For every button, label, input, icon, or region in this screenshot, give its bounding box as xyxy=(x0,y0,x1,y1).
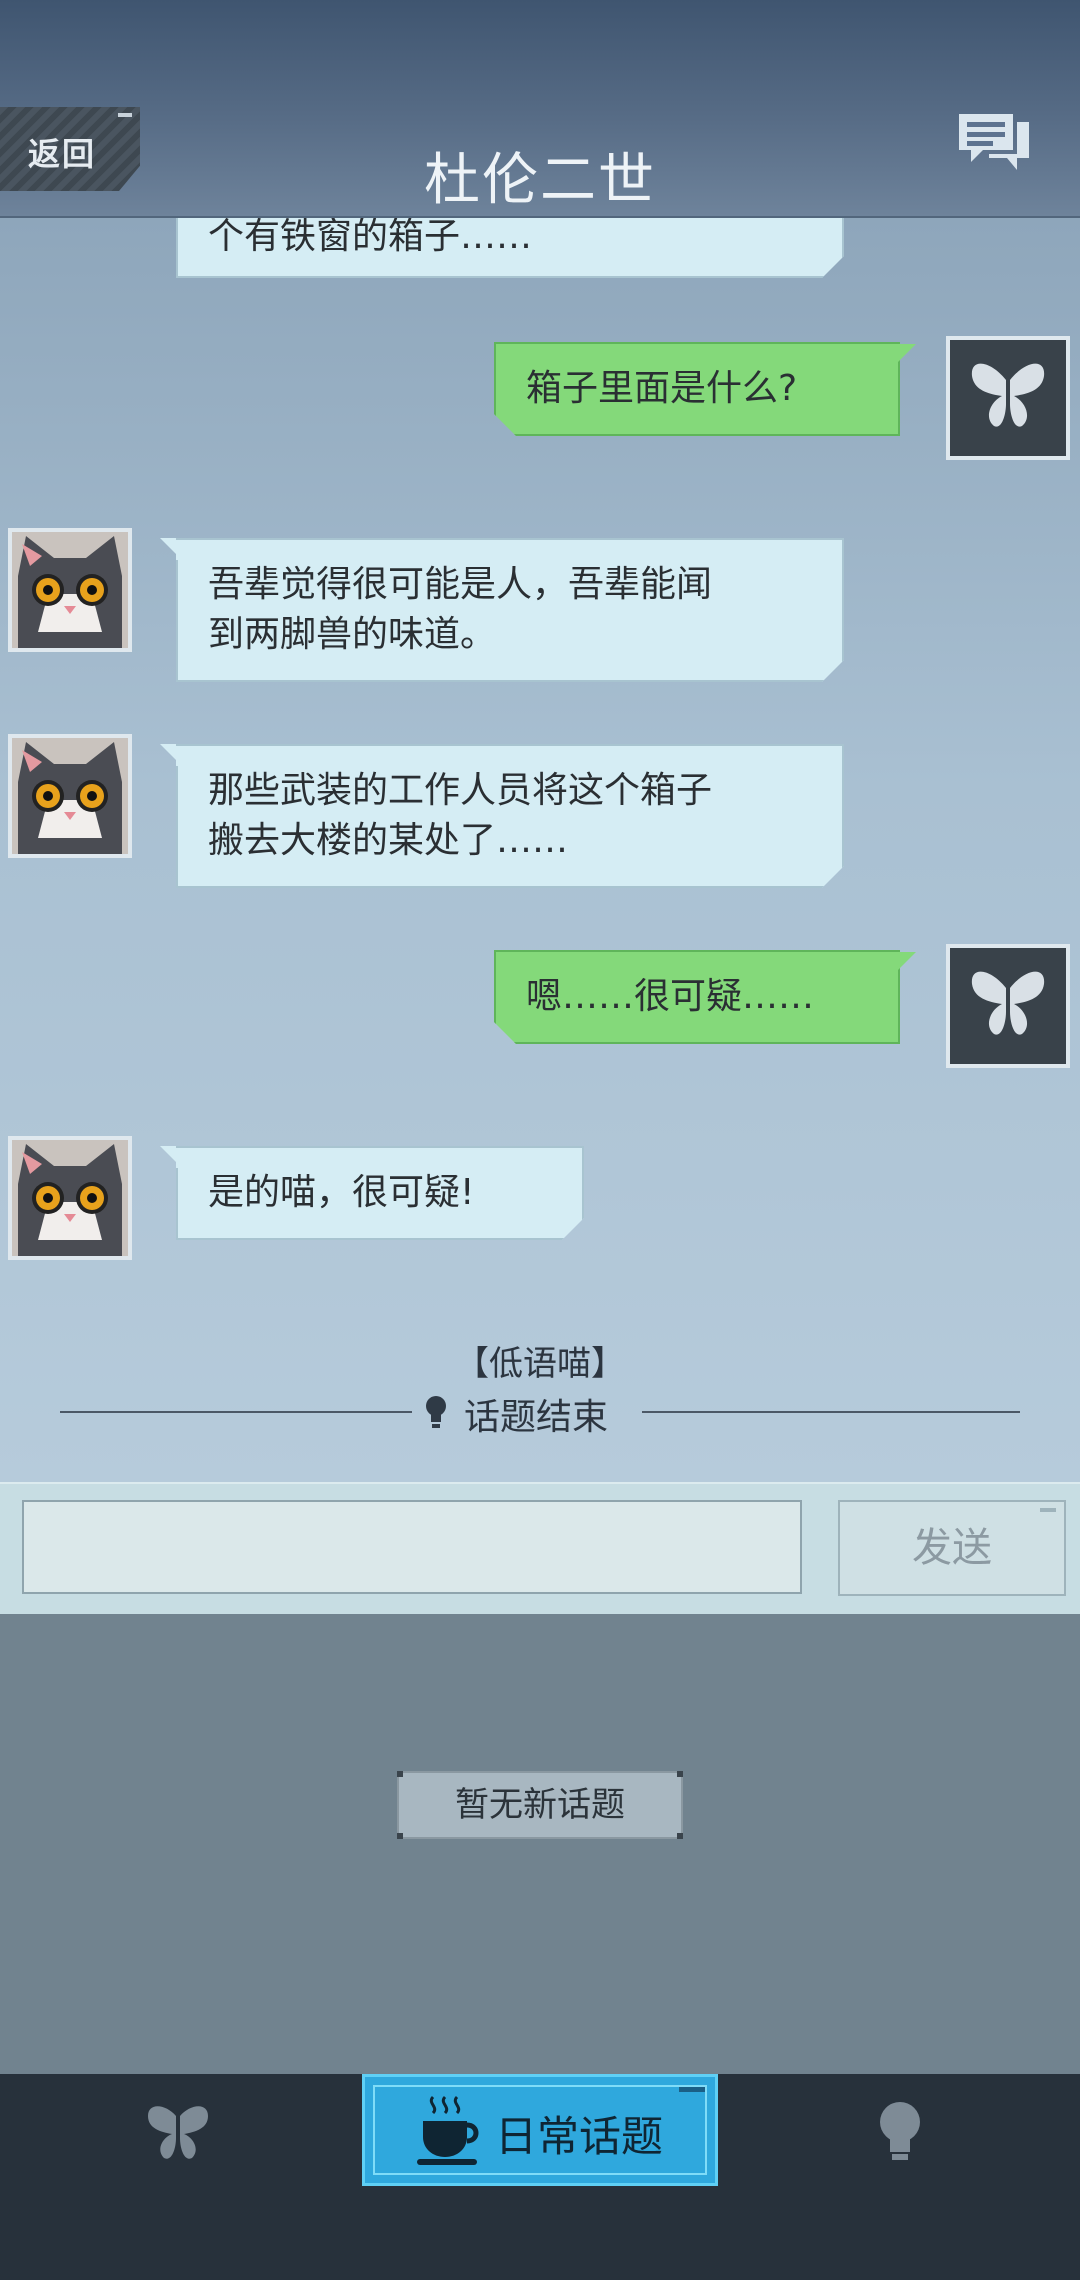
header: 返回 杜伦二世 xyxy=(0,0,1080,218)
lightbulb-icon xyxy=(426,1396,446,1428)
bubble-tail xyxy=(898,344,916,362)
hint-tab[interactable] xyxy=(876,2100,924,2166)
daily-topic-tab[interactable]: 日常话题 xyxy=(362,2074,718,2186)
daily-topic-label: 日常话题 xyxy=(495,2112,664,2161)
chat-area[interactable]: 个有铁窗的箱子…… 箱子里面是什么? 吾辈觉得很可能是人，吾辈能闻 到两脚兽的味… xyxy=(0,218,1080,1482)
corner xyxy=(397,1833,403,1839)
divider-left xyxy=(60,1411,412,1413)
player-message-bubble: 嗯……很可疑…… xyxy=(494,950,900,1044)
npc-message-bubble: 个有铁窗的箱子…… xyxy=(176,218,844,278)
player-avatar[interactable] xyxy=(946,944,1070,1068)
send-button[interactable]: 发送 xyxy=(838,1500,1066,1596)
bubble-tail xyxy=(898,952,916,970)
no-topic-badge: 暂无新话题 xyxy=(397,1771,683,1839)
messages-icon[interactable] xyxy=(955,110,1033,176)
message-text: 到两脚兽的味道。 xyxy=(208,614,497,655)
cat-face-icon xyxy=(12,1140,128,1256)
corner xyxy=(677,1833,683,1839)
player-message-bubble: 箱子里面是什么? xyxy=(494,342,900,436)
message-text: 箱子里面是什么? xyxy=(526,368,798,409)
butterfly-tab[interactable] xyxy=(144,2102,212,2162)
message-text: 那些武装的工作人员将这个箱子 xyxy=(208,770,713,811)
topic-panel: 暂无新话题 xyxy=(0,1614,1080,2074)
coffee-cup-icon xyxy=(417,2095,479,2165)
bubble-tail xyxy=(160,744,178,762)
bubble-tail xyxy=(160,538,178,556)
corner xyxy=(397,1771,403,1777)
input-bar: 发送 xyxy=(0,1482,1080,1616)
message-text: 搬去大楼的某处了…… xyxy=(208,820,569,861)
message-text: 是的喵，很可疑! xyxy=(208,1172,475,1213)
npc-message-bubble: 吾辈觉得很可能是人，吾辈能闻 到两脚兽的味道。 xyxy=(176,538,844,682)
tab-mark xyxy=(679,2087,705,2092)
corner xyxy=(677,1771,683,1777)
bottom-nav: 日常话题 xyxy=(0,2074,1080,2280)
cat-avatar[interactable] xyxy=(8,1136,132,1260)
message-input[interactable] xyxy=(22,1500,802,1594)
npc-message-bubble: 那些武装的工作人员将这个箱子 搬去大楼的某处了…… xyxy=(176,744,844,888)
page-title: 杜伦二世 xyxy=(424,148,656,213)
butterfly-icon xyxy=(950,948,1066,1064)
bubble-tail xyxy=(160,1146,178,1164)
topic-source-label: 【低语喵】 xyxy=(455,1344,625,1384)
message-text: 个有铁窗的箱子…… xyxy=(208,218,533,257)
cat-face-icon xyxy=(12,532,128,648)
cat-avatar[interactable] xyxy=(8,528,132,652)
player-avatar[interactable] xyxy=(946,336,1070,460)
message-text: 嗯……很可疑…… xyxy=(526,976,815,1017)
cat-avatar[interactable] xyxy=(8,734,132,858)
message-text: 吾辈觉得很可能是人，吾辈能闻 xyxy=(208,564,713,605)
divider-right xyxy=(642,1411,1020,1413)
butterfly-icon xyxy=(950,340,1066,456)
back-button-mark xyxy=(118,113,132,117)
send-button-label: 发送 xyxy=(912,1525,992,1571)
cat-face-icon xyxy=(12,738,128,854)
no-topic-label: 暂无新话题 xyxy=(455,1785,625,1825)
send-button-mark xyxy=(1040,1508,1056,1512)
topic-end-label: 话题结束 xyxy=(464,1397,609,1438)
npc-message-bubble: 是的喵，很可疑! xyxy=(176,1146,584,1240)
